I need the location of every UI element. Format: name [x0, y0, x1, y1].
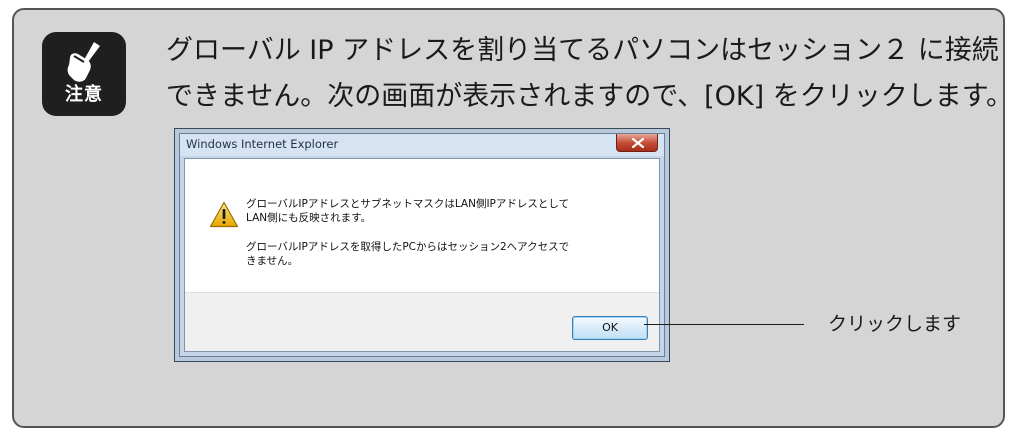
- note-line-1: グローバル IP アドレスを割り当てるパソコンはセッション２ に接続: [166, 35, 999, 66]
- dialog-titlebar[interactable]: Windows Internet Explorer: [180, 134, 664, 156]
- ie-alert-dialog: Windows Internet Explorer グローバルIPアドレスとサブ…: [174, 128, 670, 362]
- dialog-message: グローバルIPアドレスとサブネットマスクはLAN側IPアドレスとして LAN側に…: [246, 197, 646, 268]
- message-2-line-2: きません。: [246, 255, 299, 267]
- close-button[interactable]: [616, 134, 658, 152]
- pointing-hand-icon: [67, 42, 100, 82]
- note-line-2: できません。次の画面が表示されますので、[OK] をクリックします。: [166, 81, 1010, 112]
- dialog-frame: Windows Internet Explorer グローバルIPアドレスとサブ…: [179, 133, 665, 357]
- message-1-line-1: グローバルIPアドレスとサブネットマスクはLAN側IPアドレスとして: [246, 198, 570, 210]
- caution-badge: 注意: [42, 32, 126, 116]
- note-text: グローバル IP アドレスを割り当てるパソコンはセッション２ に接続 できません…: [166, 28, 1010, 120]
- message-2-line-1: グローバルIPアドレスを取得したPCからはセッション2へアクセスで: [246, 241, 570, 253]
- dialog-title: Windows Internet Explorer: [186, 137, 339, 151]
- message-1-line-2: LAN側にも反映されます。: [246, 212, 372, 224]
- caution-note-panel: 注意 グローバル IP アドレスを割り当てるパソコンはセッション２ に接続 でき…: [12, 8, 1010, 428]
- callout-label: クリックします: [828, 313, 962, 335]
- warning-icon: [209, 201, 239, 228]
- close-icon: [632, 138, 644, 148]
- caution-label: 注意: [65, 84, 103, 105]
- dialog-button-bar: OK: [185, 292, 659, 351]
- callout-line: [644, 324, 804, 325]
- ok-button[interactable]: OK: [572, 316, 648, 340]
- dialog-content: グローバルIPアドレスとサブネットマスクはLAN側IPアドレスとして LAN側に…: [184, 158, 660, 352]
